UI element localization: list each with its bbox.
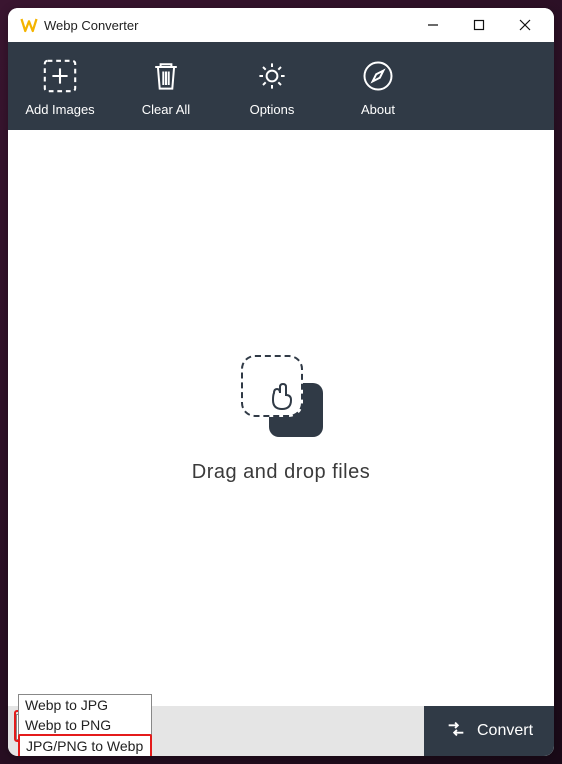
close-button[interactable] — [502, 8, 548, 42]
convert-button[interactable]: Convert — [424, 706, 554, 756]
minimize-button[interactable] — [410, 8, 456, 42]
drop-zone-icon — [239, 353, 323, 437]
format-option[interactable]: Webp to JPG — [19, 695, 151, 715]
format-option[interactable]: JPG/PNG to Webp — [18, 734, 152, 756]
app-logo-icon — [20, 16, 38, 34]
add-images-label: Add Images — [25, 102, 94, 117]
clear-all-button[interactable]: Clear All — [122, 47, 210, 125]
about-button[interactable]: About — [334, 47, 422, 125]
trash-icon — [146, 56, 186, 96]
format-option[interactable]: Webp to PNG — [19, 715, 151, 735]
toolbar: Add Images Clear All Options About — [8, 42, 554, 130]
convert-label: Convert — [477, 722, 533, 740]
titlebar: Webp Converter — [8, 8, 554, 42]
maximize-button[interactable] — [456, 8, 502, 42]
drop-zone[interactable]: Drag and drop files — [8, 130, 554, 706]
about-label: About — [361, 102, 395, 117]
drop-zone-text: Drag and drop files — [192, 461, 370, 484]
compass-icon — [358, 56, 398, 96]
window-title: Webp Converter — [44, 18, 138, 33]
app-window: Webp Converter Add Images Clear All Opti… — [8, 8, 554, 756]
clear-all-label: Clear All — [142, 102, 190, 117]
add-images-button[interactable]: Add Images — [16, 47, 104, 125]
format-dropdown: Webp to JPG Webp to PNG JPG/PNG to Webp — [18, 694, 152, 756]
options-button[interactable]: Options — [228, 47, 316, 125]
gear-icon — [252, 56, 292, 96]
convert-icon — [445, 718, 467, 745]
options-label: Options — [250, 102, 295, 117]
add-images-icon — [40, 56, 80, 96]
